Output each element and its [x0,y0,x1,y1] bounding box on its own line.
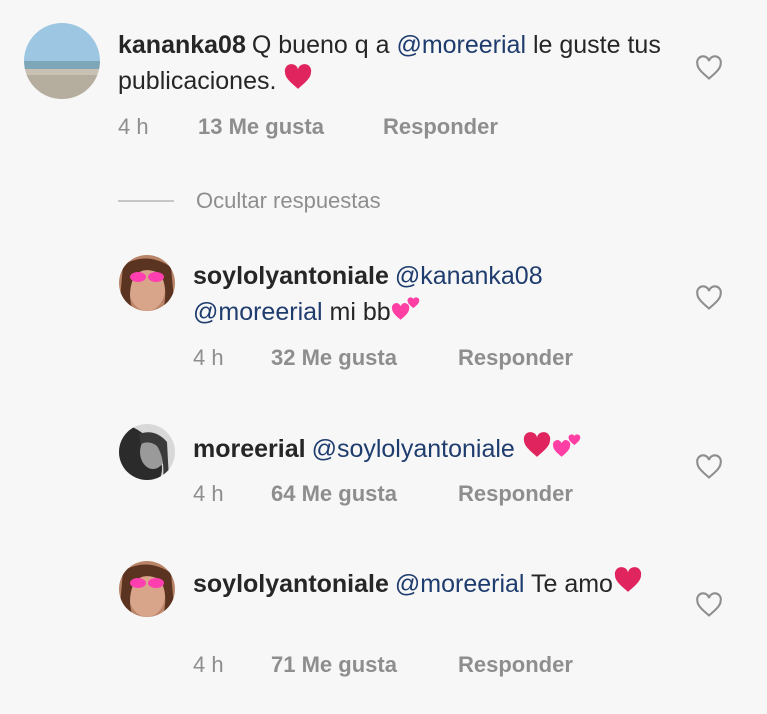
reply-button[interactable]: Responder [458,481,573,507]
like-heart-icon[interactable] [695,592,723,618]
red-heart-emoji [613,567,643,603]
like-heart-icon[interactable] [695,454,723,480]
likes-count[interactable]: 13 Me gusta [198,114,383,140]
hide-replies-label[interactable]: Ocultar respuestas [196,188,381,214]
reply-button[interactable]: Responder [458,345,573,371]
timestamp: 4 h [118,114,149,139]
comment-meta: 4 h 71 Me gusta Responder [193,652,573,678]
comment-meta: 4 h 64 Me gusta Responder [193,481,573,507]
avatar[interactable] [119,561,175,617]
comment-text: soylolyantoniale @moreerial Te amo [193,566,673,603]
like-heart-icon[interactable] [695,285,723,311]
comment-text: soylolyantoniale @kananka08 @moreerial mi … [193,258,673,332]
likes-count[interactable]: 64 Me gusta [271,481,458,507]
likes-count[interactable]: 71 Me gusta [271,652,458,678]
avatar[interactable] [24,23,100,99]
mention[interactable]: @moreerial [395,570,525,598]
comment-text: moreerial @soylolyantoniale [193,431,673,469]
username[interactable]: soylolyantoniale [193,262,389,290]
like-heart-icon[interactable] [695,55,723,81]
username[interactable]: soylolyantoniale [193,570,389,598]
timestamp: 4 h [193,345,224,370]
red-heart-emoji [522,432,552,468]
avatar[interactable] [119,424,175,480]
mention[interactable]: @kananka08 [395,262,543,290]
comment-meta: 4 h 13 Me gusta Responder [118,114,498,140]
reply-button[interactable]: Responder [458,652,573,678]
red-heart-emoji [283,64,313,100]
mention[interactable]: @moreerial [396,31,526,59]
two-hearts-emoji [552,431,584,469]
mention[interactable]: @moreerial [193,298,323,326]
likes-count[interactable]: 32 Me gusta [271,345,458,371]
timestamp: 4 h [193,481,224,506]
username[interactable]: kananka08 [118,31,246,59]
timestamp: 4 h [193,652,224,677]
username[interactable]: moreerial [193,435,306,463]
comment-meta: 4 h 32 Me gusta Responder [193,345,573,371]
comment-text: kananka08 Q bueno q a @moreerial le guste… [118,27,678,100]
reply-button[interactable]: Responder [383,114,498,140]
avatar[interactable] [119,255,175,311]
two-hearts-emoji [391,294,423,332]
mention[interactable]: @soylolyantoniale [312,435,515,463]
divider [118,200,174,202]
hide-replies-toggle[interactable]: Ocultar respuestas [118,186,381,216]
